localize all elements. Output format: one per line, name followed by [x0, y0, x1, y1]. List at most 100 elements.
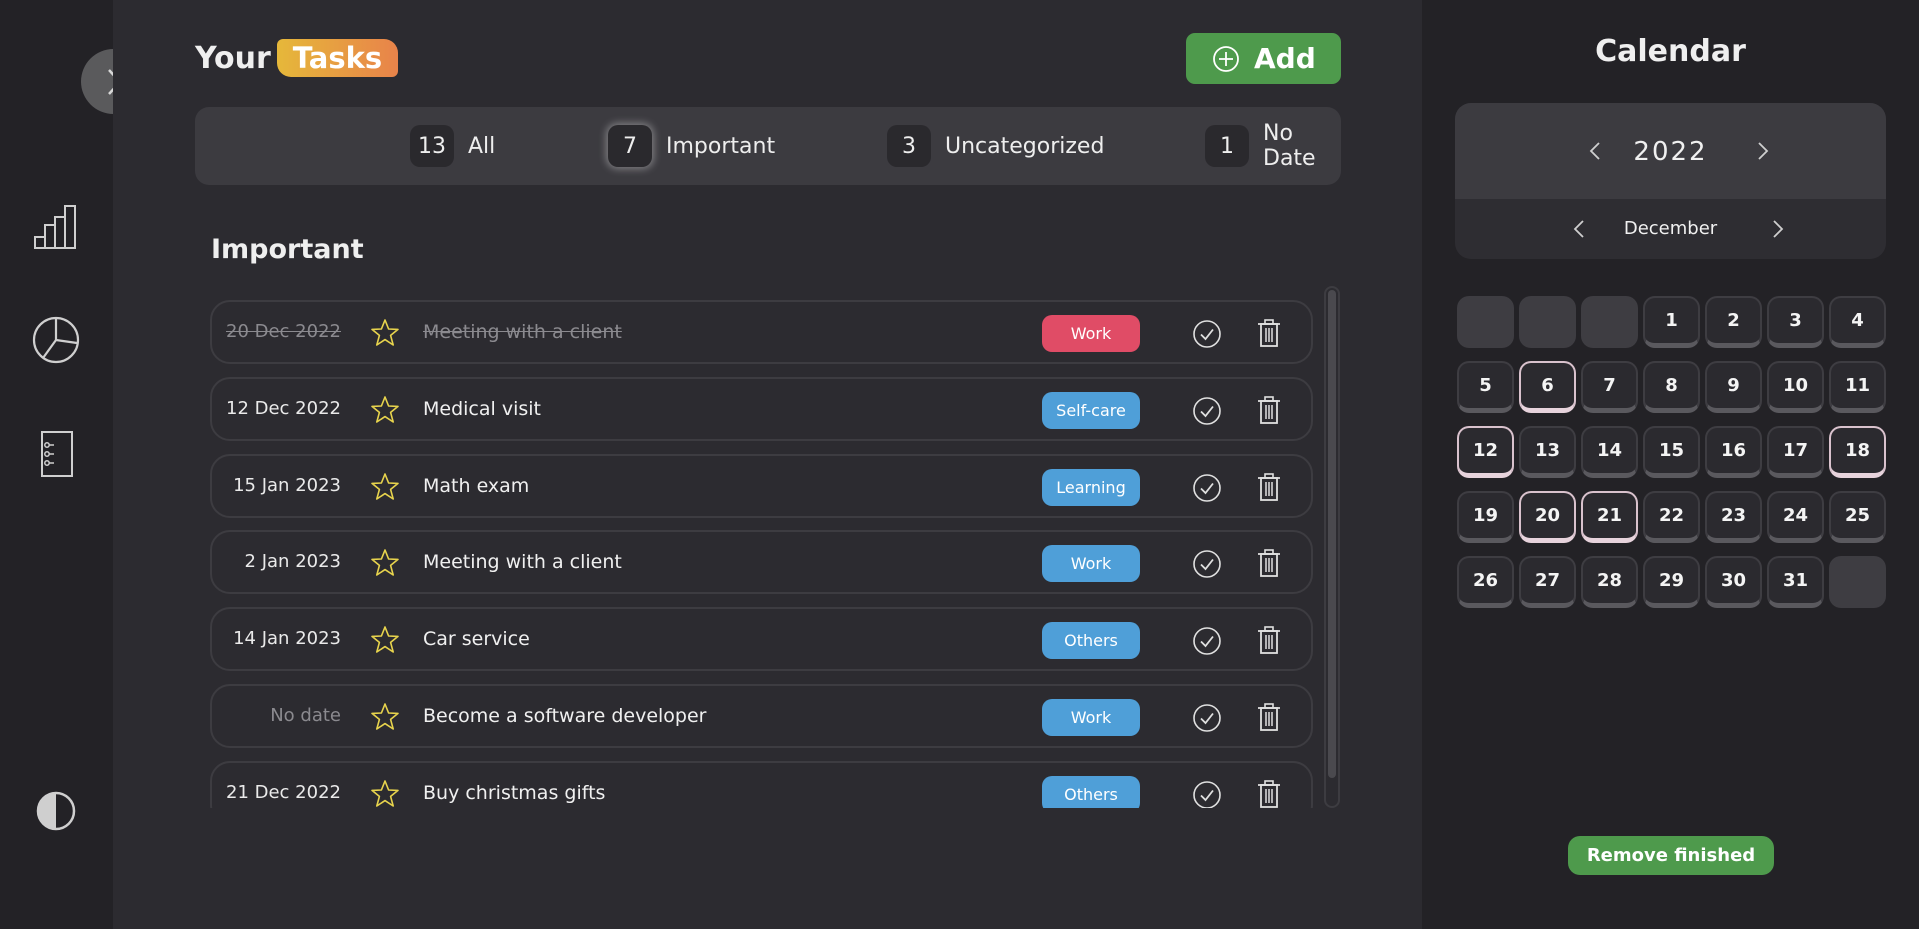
- task-row[interactable]: No date Become a software developer Work: [210, 684, 1313, 748]
- calendar-day[interactable]: 25: [1829, 491, 1886, 543]
- calendar-day[interactable]: 2: [1705, 296, 1762, 348]
- prev-year-button[interactable]: [1583, 139, 1607, 163]
- add-button-label: Add: [1254, 42, 1316, 75]
- task-category-tag[interactable]: Work: [1042, 699, 1140, 736]
- filter-important[interactable]: 7 Important: [608, 125, 775, 167]
- calendar-empty-cell: [1519, 296, 1576, 348]
- filter-uncategorized[interactable]: 3 Uncategorized: [887, 125, 1104, 167]
- task-row[interactable]: 14 Jan 2023 Car service Others: [210, 607, 1313, 671]
- task-row[interactable]: 20 Dec 2022 Meeting with a client Work: [210, 300, 1313, 364]
- calendar-day[interactable]: 30: [1705, 556, 1762, 608]
- sidebar: [0, 0, 146, 929]
- task-date: 21 Dec 2022: [226, 782, 341, 803]
- calendar-day[interactable]: 24: [1767, 491, 1824, 543]
- section-title: Important: [211, 234, 364, 265]
- star-icon[interactable]: [370, 625, 400, 655]
- calendar-day[interactable]: 19: [1457, 491, 1514, 543]
- task-category-tag[interactable]: Others: [1042, 622, 1140, 659]
- calendar-day[interactable]: 11: [1829, 361, 1886, 413]
- calendar-day[interactable]: 4: [1829, 296, 1886, 348]
- task-category-tag[interactable]: Work: [1042, 545, 1140, 582]
- calendar-day[interactable]: 16: [1705, 426, 1762, 478]
- task-list-scrollbar[interactable]: [1324, 286, 1340, 808]
- filter-no-date[interactable]: 1 No Date: [1205, 121, 1341, 171]
- calendar-day[interactable]: 22: [1643, 491, 1700, 543]
- check-circle-icon[interactable]: [1192, 626, 1222, 656]
- theme-toggle-button[interactable]: [30, 785, 82, 837]
- calendar-header: 2022 December: [1455, 103, 1886, 259]
- sidebar-item-statistics[interactable]: [30, 201, 82, 253]
- trash-icon[interactable]: [1256, 702, 1282, 732]
- calendar-day[interactable]: 1: [1643, 296, 1700, 348]
- calendar-day[interactable]: 15: [1643, 426, 1700, 478]
- star-icon[interactable]: [370, 702, 400, 732]
- calendar-day[interactable]: 18: [1829, 426, 1886, 478]
- trash-icon[interactable]: [1256, 472, 1282, 502]
- task-row[interactable]: 21 Dec 2022 Buy christmas gifts Others: [210, 761, 1313, 808]
- star-icon[interactable]: [370, 779, 400, 808]
- calendar-day[interactable]: 14: [1581, 426, 1638, 478]
- calendar-day[interactable]: 3: [1767, 296, 1824, 348]
- add-task-button[interactable]: Add: [1186, 33, 1341, 84]
- task-category-tag[interactable]: Work: [1042, 315, 1140, 352]
- calendar-day[interactable]: 23: [1705, 491, 1762, 543]
- task-category-tag[interactable]: Self-care: [1042, 392, 1140, 429]
- contrast-icon: [36, 791, 76, 831]
- check-circle-icon[interactable]: [1192, 703, 1222, 733]
- remove-finished-button[interactable]: Remove finished: [1568, 836, 1774, 875]
- calendar-day[interactable]: 8: [1643, 361, 1700, 413]
- sidebar-item-charts[interactable]: [30, 314, 82, 366]
- trash-icon[interactable]: [1256, 625, 1282, 655]
- calendar-day[interactable]: 26: [1457, 556, 1514, 608]
- task-row[interactable]: 2 Jan 2023 Meeting with a client Work: [210, 530, 1313, 594]
- star-icon[interactable]: [370, 472, 400, 502]
- sidebar-item-notes[interactable]: [30, 428, 82, 480]
- calendar-day[interactable]: 7: [1581, 361, 1638, 413]
- task-row[interactable]: 12 Dec 2022 Medical visit Self-care: [210, 377, 1313, 441]
- next-month-button[interactable]: [1766, 217, 1790, 241]
- task-title: Meeting with a client: [423, 551, 622, 573]
- calendar-day[interactable]: 9: [1705, 361, 1762, 413]
- task-date: 15 Jan 2023: [233, 475, 341, 496]
- calendar-day[interactable]: 10: [1767, 361, 1824, 413]
- star-icon[interactable]: [370, 318, 400, 348]
- calendar-day[interactable]: 29: [1643, 556, 1700, 608]
- task-title: Become a software developer: [423, 705, 707, 727]
- calendar-day[interactable]: 17: [1767, 426, 1824, 478]
- prev-month-button[interactable]: [1567, 217, 1591, 241]
- trash-icon[interactable]: [1256, 779, 1282, 808]
- calendar-day[interactable]: 27: [1519, 556, 1576, 608]
- chevron-left-icon: [1589, 142, 1600, 160]
- check-circle-icon[interactable]: [1192, 473, 1222, 503]
- calendar-day[interactable]: 20: [1519, 491, 1576, 543]
- filter-count: 1: [1205, 125, 1249, 167]
- calendar-day[interactable]: 5: [1457, 361, 1514, 413]
- star-icon[interactable]: [370, 548, 400, 578]
- trash-icon[interactable]: [1256, 548, 1282, 578]
- check-circle-icon[interactable]: [1192, 549, 1222, 579]
- main-content: Your Tasks Add 13 All 7 Important 3 Unca…: [113, 0, 1422, 929]
- check-circle-icon[interactable]: [1192, 396, 1222, 426]
- calendar-day[interactable]: 6: [1519, 361, 1576, 413]
- calendar-day[interactable]: 31: [1767, 556, 1824, 608]
- scrollbar-thumb[interactable]: [1328, 290, 1336, 778]
- task-category-tag[interactable]: Learning: [1042, 469, 1140, 506]
- check-circle-icon[interactable]: [1192, 319, 1222, 349]
- calendar-year: 2022: [1633, 137, 1708, 167]
- filter-all[interactable]: 13 All: [410, 125, 495, 167]
- next-year-button[interactable]: [1751, 139, 1775, 163]
- trash-icon[interactable]: [1256, 395, 1282, 425]
- task-category-tag[interactable]: Others: [1042, 776, 1140, 808]
- calendar-day[interactable]: 21: [1581, 491, 1638, 543]
- task-date: 12 Dec 2022: [226, 398, 341, 419]
- task-row[interactable]: 15 Jan 2023 Math exam Learning: [210, 454, 1313, 518]
- task-date: No date: [270, 705, 341, 726]
- task-title: Medical visit: [423, 398, 541, 420]
- star-icon[interactable]: [370, 395, 400, 425]
- filter-count: 7: [608, 125, 652, 167]
- check-circle-icon[interactable]: [1192, 780, 1222, 808]
- trash-icon[interactable]: [1256, 318, 1282, 348]
- calendar-day[interactable]: 28: [1581, 556, 1638, 608]
- calendar-day[interactable]: 13: [1519, 426, 1576, 478]
- calendar-day[interactable]: 12: [1457, 426, 1514, 478]
